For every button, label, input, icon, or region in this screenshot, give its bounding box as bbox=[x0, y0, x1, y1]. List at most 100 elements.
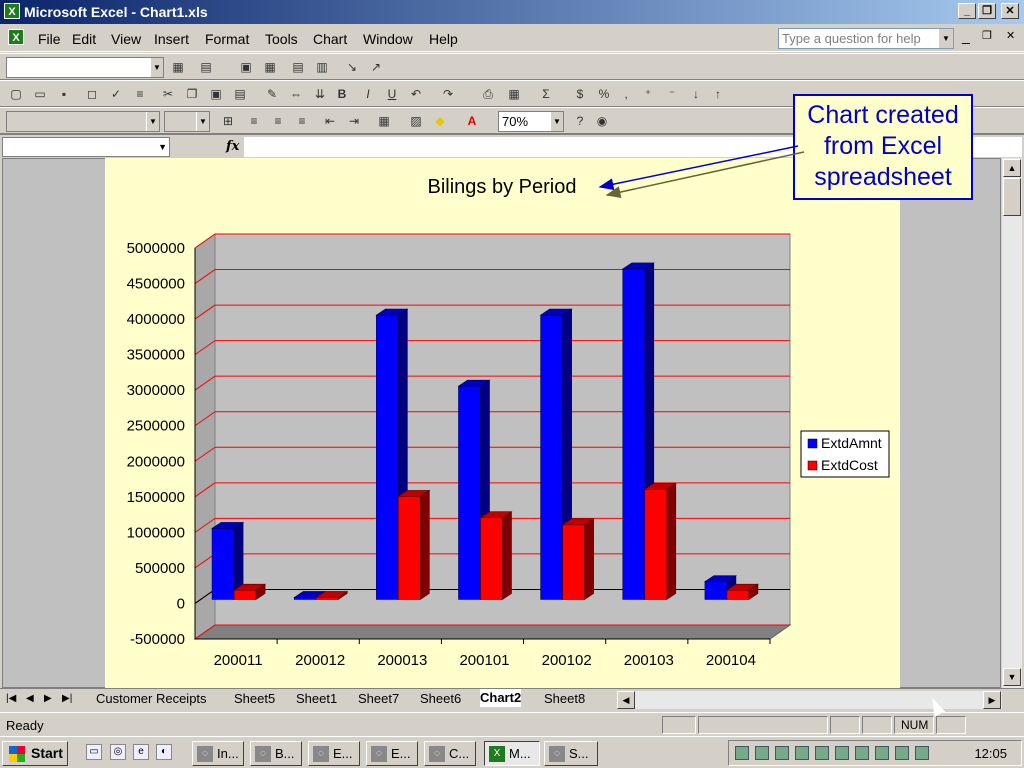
scroll-right-icon[interactable]: ▶ bbox=[983, 691, 1001, 709]
font-color-icon[interactable]: A bbox=[464, 113, 480, 129]
show-desktop-icon[interactable]: ▭ bbox=[86, 744, 102, 760]
sort-ascending-icon[interactable]: ↓ bbox=[688, 86, 704, 102]
help-search-input[interactable]: Type a question for help ▼ bbox=[778, 28, 954, 49]
open-icon[interactable]: ▭ bbox=[32, 86, 48, 102]
angle-text-up-icon[interactable]: ↗ bbox=[368, 59, 384, 75]
tray-icon[interactable] bbox=[795, 746, 809, 760]
close-button[interactable]: ✕ bbox=[1001, 3, 1019, 19]
bold-icon[interactable]: B bbox=[334, 86, 350, 102]
angle-text-down-icon[interactable]: ↘ bbox=[344, 59, 360, 75]
menu-format[interactable]: Format bbox=[205, 31, 249, 47]
quicklaunch-icon[interactable]: ◎ bbox=[110, 744, 126, 760]
autosum-icon[interactable]: Σ bbox=[538, 86, 554, 102]
format-object-icon[interactable]: ▦ bbox=[170, 59, 186, 75]
format-chart-area-icon[interactable]: ▨ bbox=[408, 113, 424, 129]
sheet-tab-sheet5[interactable]: Sheet5 bbox=[234, 690, 276, 708]
doc-restore-button[interactable]: ❐ bbox=[982, 29, 992, 42]
taskbar-item[interactable]: ◌ B... bbox=[250, 741, 302, 766]
start-button[interactable]: Start bbox=[2, 741, 68, 766]
network-icon[interactable] bbox=[915, 746, 929, 760]
paste-icon[interactable]: ▣ bbox=[208, 86, 224, 102]
scroll-up-icon[interactable]: ▲ bbox=[1003, 159, 1021, 177]
sort-descending-icon[interactable]: ↑ bbox=[710, 86, 726, 102]
doc-minimize-button[interactable]: _ bbox=[962, 28, 970, 44]
chevron-down-icon[interactable]: ▼ bbox=[146, 112, 159, 131]
tray-icon[interactable] bbox=[875, 746, 889, 760]
excel-app-icon[interactable]: X bbox=[4, 3, 20, 19]
by-column-icon[interactable]: ▥ bbox=[314, 59, 330, 75]
taskbar-item[interactable]: ◌ E... bbox=[308, 741, 360, 766]
borders-icon[interactable]: ▦ bbox=[506, 86, 522, 102]
internet-explorer-icon[interactable]: e bbox=[133, 744, 149, 760]
autosum-sort-icon[interactable]: ⇊ bbox=[312, 86, 328, 102]
chart-type-icon[interactable]: ▤ bbox=[198, 59, 214, 75]
research-icon[interactable]: ≡ bbox=[132, 86, 148, 102]
redo-icon[interactable]: ↷ bbox=[440, 86, 456, 102]
chart-sheet[interactable]: 5000000 4500000 4000000 3500000 3000000 25000… bbox=[105, 158, 900, 688]
title-bar[interactable]: X Microsoft Excel - Chart1.xls _ ❐ ✕ bbox=[0, 0, 1024, 24]
sheet-tab-sheet7[interactable]: Sheet7 bbox=[358, 690, 400, 708]
format-painter-icon[interactable]: ✎ bbox=[264, 86, 280, 102]
insert-hyperlink-icon[interactable]: ⇔ bbox=[288, 86, 304, 102]
font-name-combo[interactable]: ▼ bbox=[6, 111, 160, 132]
minimize-button[interactable]: _ bbox=[958, 3, 976, 19]
font-size-combo[interactable]: ▼ bbox=[164, 111, 210, 132]
workbook-icon[interactable]: X bbox=[8, 29, 24, 45]
data-table-icon[interactable]: ▦ bbox=[262, 59, 278, 75]
align-left-icon[interactable]: ≡ bbox=[246, 113, 262, 129]
legend-icon[interactable]: ▣ bbox=[238, 59, 254, 75]
sheet-tab-chart2[interactable]: Chart2 bbox=[480, 689, 522, 707]
chevron-down-icon[interactable]: ▼ bbox=[150, 58, 163, 77]
new-icon[interactable]: ▢ bbox=[8, 86, 24, 102]
sheet-tab-customer-receipts[interactable]: Customer Receipts bbox=[96, 690, 207, 708]
chart-svg[interactable]: 5000000450000040000003500000300000025000… bbox=[105, 158, 900, 688]
print-icon[interactable]: ⎙ bbox=[480, 86, 496, 102]
underline-icon[interactable]: U bbox=[384, 86, 400, 102]
horizontal-scrollbar[interactable]: ◀ ▶ bbox=[617, 691, 1002, 709]
restore-button[interactable]: ❐ bbox=[978, 3, 996, 19]
prev-sheet-icon[interactable]: ◀ bbox=[26, 693, 34, 704]
next-sheet-icon[interactable]: ▶ bbox=[44, 693, 52, 704]
chevron-down-icon[interactable]: ▼ bbox=[939, 29, 953, 48]
menu-tools[interactable]: Tools bbox=[265, 31, 298, 47]
quicklaunch-icon[interactable]: ◐ bbox=[156, 744, 172, 760]
doc-close-button[interactable]: ✕ bbox=[1006, 29, 1015, 42]
cut-icon[interactable]: ✂ bbox=[160, 86, 176, 102]
menu-file[interactable]: File bbox=[38, 31, 61, 47]
taskbar-item-excel[interactable]: X M... bbox=[484, 741, 540, 766]
merge-center-icon[interactable]: ⊞ bbox=[220, 113, 236, 129]
decrease-indent-icon[interactable]: ⇤ bbox=[322, 113, 338, 129]
taskbar-item[interactable]: ◌ S... bbox=[544, 741, 598, 766]
taskbar-item[interactable]: ◌ C... bbox=[424, 741, 476, 766]
chevron-down-icon[interactable]: ▼ bbox=[196, 112, 209, 131]
italic-icon[interactable]: I bbox=[360, 86, 376, 102]
first-sheet-icon[interactable]: |◀ bbox=[6, 693, 16, 704]
menu-help[interactable]: Help bbox=[429, 31, 458, 47]
taskbar-item[interactable]: ◌ E... bbox=[366, 741, 418, 766]
name-box[interactable]: ▼ bbox=[2, 137, 170, 157]
percent-icon[interactable]: % bbox=[596, 86, 612, 102]
help-icon[interactable]: ? bbox=[572, 113, 588, 129]
tray-icon[interactable] bbox=[895, 746, 909, 760]
print-preview-icon[interactable]: ◻ bbox=[84, 86, 100, 102]
tray-icon[interactable] bbox=[735, 746, 749, 760]
comma-icon[interactable]: , bbox=[618, 86, 634, 102]
chevron-down-icon[interactable]: ▼ bbox=[550, 112, 563, 131]
vertical-scroll-thumb[interactable] bbox=[1003, 178, 1021, 216]
menu-insert[interactable]: Insert bbox=[154, 31, 189, 47]
borders-dropdown-icon[interactable]: ▦ bbox=[376, 113, 392, 129]
decrease-decimal-icon[interactable]: ⁻ bbox=[664, 86, 680, 102]
insert-function-icon[interactable]: fx bbox=[226, 139, 239, 154]
menu-chart[interactable]: Chart bbox=[313, 31, 347, 47]
scroll-left-icon[interactable]: ◀ bbox=[617, 691, 635, 709]
spelling-icon[interactable]: ✓ bbox=[108, 86, 124, 102]
menu-edit[interactable]: Edit bbox=[72, 31, 96, 47]
increase-decimal-icon[interactable]: ⁺ bbox=[640, 86, 656, 102]
currency-icon[interactable]: $ bbox=[572, 86, 588, 102]
align-right-icon[interactable]: ≡ bbox=[294, 113, 310, 129]
by-row-icon[interactable]: ▤ bbox=[290, 59, 306, 75]
tray-icon[interactable] bbox=[835, 746, 849, 760]
chevron-down-icon[interactable]: ▼ bbox=[158, 138, 167, 156]
assistant-icon[interactable]: ◉ bbox=[594, 113, 610, 129]
vertical-scrollbar[interactable]: ▲ ▼ bbox=[1002, 158, 1022, 688]
